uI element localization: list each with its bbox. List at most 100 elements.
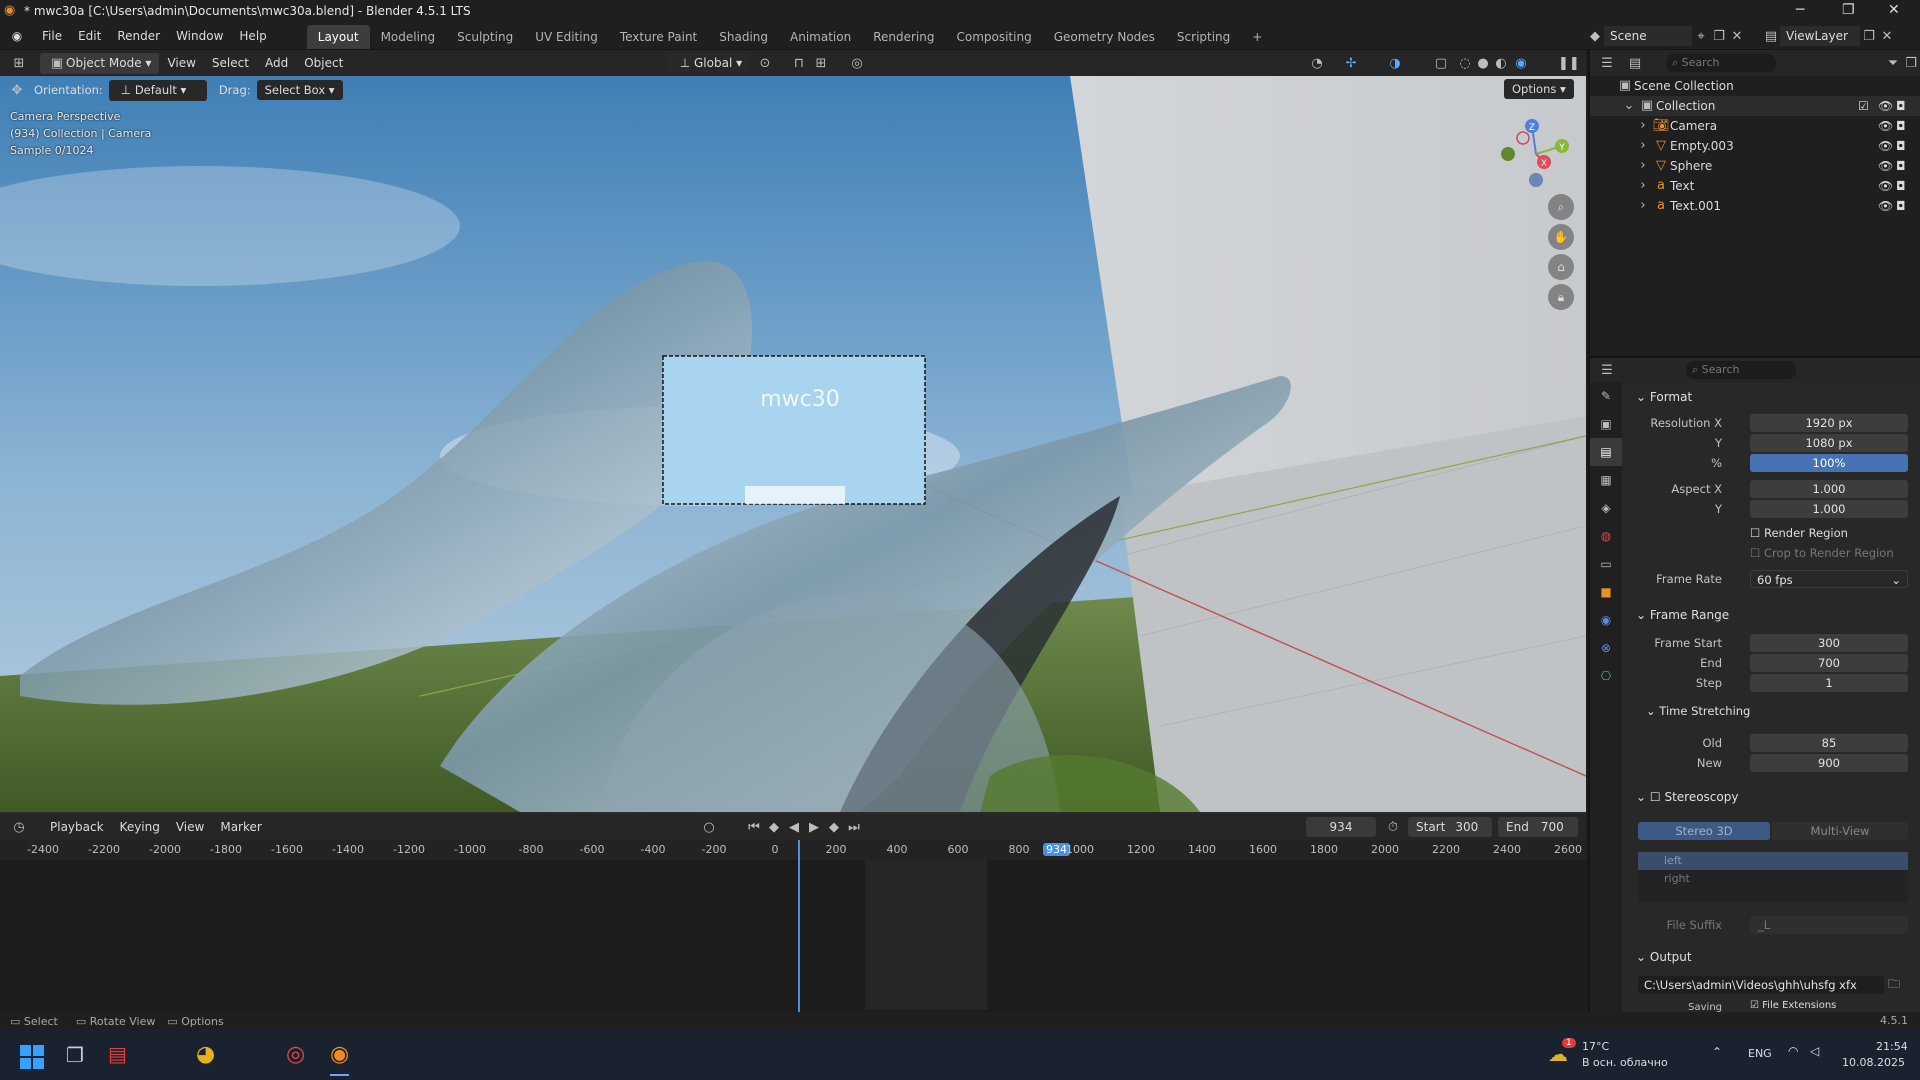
outliner-search-input[interactable]: ⌕ Search <box>1666 54 1776 72</box>
stereo-3d-tab[interactable]: Stereo 3D <box>1638 822 1770 840</box>
timeline-editor-type-icon[interactable]: ◷ <box>10 820 28 835</box>
task-view-icon[interactable]: ❐ <box>66 1043 84 1067</box>
tab-layout[interactable]: Layout <box>306 24 370 49</box>
viewport-3d[interactable]: mwc30 Camera Perspective (934) Collectio… <box>0 76 1586 812</box>
jump-start-icon[interactable]: ⏮ <box>745 820 763 835</box>
blender-menu-icon[interactable]: ◉ <box>0 29 34 43</box>
tab-scripting[interactable]: Scripting <box>1166 25 1241 49</box>
add-workspace-icon[interactable]: + <box>1241 25 1273 49</box>
rendered-shading-icon[interactable]: ◉ <box>1512 56 1530 71</box>
render-visibility-icon[interactable]: ◘ <box>1896 176 1906 196</box>
multi-view-tab[interactable]: Multi-View <box>1772 822 1908 840</box>
current-frame-field[interactable]: 934 <box>1306 817 1376 837</box>
tab-geometry-nodes[interactable]: Geometry Nodes <box>1043 25 1166 49</box>
frame-step-field[interactable]: 1 <box>1750 674 1908 692</box>
frame-start-field[interactable]: 300 <box>1750 634 1908 652</box>
new-view-layer-icon[interactable]: ❐ <box>1860 29 1878 44</box>
orientation-dropdown[interactable]: ⟂ Default ▾ <box>108 79 207 101</box>
render-visibility-icon[interactable]: ◘ <box>1896 196 1906 216</box>
outliner-item[interactable]: › a Text 👁︎ ◘ <box>1590 176 1920 196</box>
menu-add[interactable]: Add <box>257 50 296 76</box>
frame-end-field[interactable]: 700 <box>1750 654 1908 672</box>
outliner-collection[interactable]: ⌄ ▣ Collection ☑ 👁︎ ◘ <box>1590 96 1920 116</box>
scene-name[interactable]: Scene <box>1604 26 1692 46</box>
menu-view[interactable]: View <box>159 50 203 76</box>
auto-keying-icon[interactable]: ○ <box>700 820 718 835</box>
wireframe-shading-icon[interactable]: ◌ <box>1456 56 1474 71</box>
transform-tool-icon[interactable]: ✥ <box>8 83 26 98</box>
render-visibility-icon[interactable]: ◘ <box>1896 116 1906 136</box>
view-layer-name[interactable]: ViewLayer <box>1780 26 1860 46</box>
menu-file[interactable]: File <box>34 22 70 50</box>
time-new-field[interactable]: 900 <box>1750 754 1908 772</box>
jump-end-icon[interactable]: ⏭ <box>845 820 863 835</box>
camera-view-icon[interactable]: ⌂ <box>1548 254 1574 280</box>
lock-camera-icon[interactable]: 🔒︎ <box>1548 284 1574 310</box>
chrome-icon[interactable]: ◕ <box>196 1042 215 1067</box>
menu-help[interactable]: Help <box>231 22 274 50</box>
transform-orientation-dropdown[interactable]: ⟂ Global ▾ <box>668 52 751 74</box>
properties-search-input[interactable]: ⌕ Search <box>1686 361 1796 379</box>
new-scene-icon[interactable]: ❐ <box>1710 29 1728 44</box>
output-panel-header[interactable]: ⌄ Output <box>1636 950 1692 964</box>
collapse-icon[interactable]: ⌄ <box>1620 96 1638 116</box>
editor-type-icon[interactable]: ⊞ <box>10 56 28 71</box>
menu-window[interactable]: Window <box>168 22 231 50</box>
frame-rate-dropdown[interactable]: 60 fps ⌄ <box>1750 570 1908 588</box>
tab-sculpting[interactable]: Sculpting <box>446 25 524 49</box>
tab-modeling[interactable]: Modeling <box>370 25 447 49</box>
expand-icon[interactable]: › <box>1634 196 1652 216</box>
frame-range-panel-header[interactable]: ⌄ Frame Range <box>1636 608 1729 622</box>
play-reverse-icon[interactable]: ◀ <box>785 820 803 835</box>
include-checkbox[interactable]: ☑ <box>1858 96 1869 116</box>
navigation-gizmo[interactable]: Z Y X <box>1496 114 1576 194</box>
output-tab-icon[interactable]: ▤ <box>1590 438 1622 466</box>
volume-icon[interactable]: ◁ <box>1810 1044 1819 1058</box>
pin-icon[interactable]: ⌖ <box>1692 29 1710 44</box>
view-layer-tab-icon[interactable]: ▦ <box>1590 466 1622 494</box>
outliner-scene-collection[interactable]: ▣ Scene Collection <box>1590 76 1920 96</box>
render-region-checkbox[interactable]: ☐ Render Region <box>1750 526 1848 540</box>
outliner-item[interactable]: › ▽ Empty.003 👁︎ ◘ <box>1590 136 1920 156</box>
pause-render-icon[interactable]: ❚❚ <box>1558 56 1580 71</box>
pan-hand-icon[interactable]: ✋ <box>1548 224 1574 250</box>
menu-select[interactable]: Select <box>204 50 257 76</box>
maximize-icon[interactable]: ❐ <box>1842 2 1855 18</box>
play-icon[interactable]: ▶ <box>805 820 823 835</box>
menu-marker[interactable]: Marker <box>212 814 269 840</box>
expand-icon[interactable]: › <box>1634 136 1652 156</box>
app-icon[interactable]: ▤ <box>108 1042 127 1066</box>
aspect-y-field[interactable]: 1.000 <box>1750 500 1908 518</box>
next-keyframe-icon[interactable]: ◆ <box>825 820 843 835</box>
collection-visibility-icon[interactable]: 👁︎ <box>1878 96 1893 116</box>
tray-chevron-icon[interactable]: ⌃ <box>1712 1045 1722 1059</box>
collection-tab-icon[interactable]: ▭ <box>1590 550 1622 578</box>
menu-render[interactable]: Render <box>109 22 168 50</box>
drag-dropdown[interactable]: Select Box ▾ <box>256 80 343 100</box>
stereo-view-right[interactable]: right <box>1638 870 1908 888</box>
menu-object[interactable]: Object <box>296 50 351 76</box>
options-dropdown[interactable]: Options ▾ <box>1504 79 1574 99</box>
remove-view-layer-icon[interactable]: ✕ <box>1878 29 1896 44</box>
tab-rendering[interactable]: Rendering <box>862 25 945 49</box>
data-tab-icon[interactable]: ⎔ <box>1590 662 1622 690</box>
expand-icon[interactable]: › <box>1634 156 1652 176</box>
render-tab-icon[interactable]: ▣ <box>1590 410 1622 438</box>
wifi-icon[interactable]: ◠ <box>1788 1044 1798 1058</box>
visibility-icon[interactable]: ◔ <box>1308 56 1326 71</box>
object-tab-icon[interactable]: ■ <box>1590 578 1622 606</box>
clock-time[interactable]: 21:54 <box>1876 1040 1908 1053</box>
expand-icon[interactable]: › <box>1634 116 1652 136</box>
zoom-icon[interactable]: ⌕ <box>1548 194 1574 220</box>
blender-taskbar-icon[interactable]: ◉ <box>330 1042 350 1076</box>
start-frame-field[interactable]: Start 300 <box>1408 817 1492 837</box>
new-collection-icon[interactable]: ❐ <box>1902 56 1920 71</box>
time-stretching-header[interactable]: ⌄ Time Stretching <box>1646 704 1750 718</box>
format-panel-header[interactable]: ⌄ Format <box>1636 390 1692 404</box>
outliner-item[interactable]: › 📷︎ Camera 👁︎ ◘ <box>1590 116 1920 136</box>
resolution-x-field[interactable]: 1920 px <box>1750 414 1908 432</box>
filter-icon[interactable]: ⏷ <box>1884 56 1902 71</box>
expand-icon[interactable]: › <box>1634 176 1652 196</box>
outliner-item[interactable]: › a Text.001 👁︎ ◘ <box>1590 196 1920 216</box>
menu-keying[interactable]: Keying <box>112 814 168 840</box>
